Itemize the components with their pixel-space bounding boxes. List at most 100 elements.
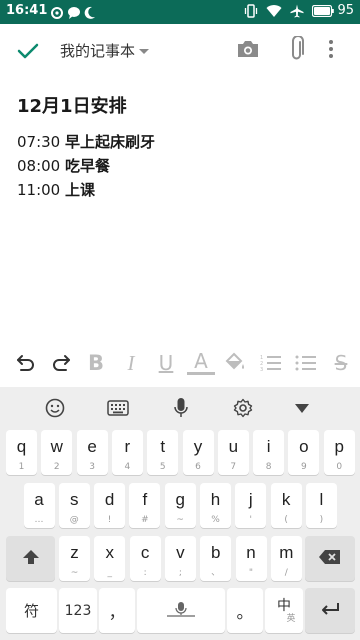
- sync-icon: [50, 5, 64, 24]
- key-q[interactable]: q1: [6, 430, 37, 475]
- key-secondary: 3: [89, 462, 95, 472]
- note-title[interactable]: 12月1日安排: [17, 92, 127, 118]
- paperclip-icon[interactable]: [287, 35, 307, 66]
- key-letter: h: [210, 490, 221, 509]
- shift-key[interactable]: [6, 536, 55, 581]
- key-v[interactable]: v;: [164, 536, 196, 581]
- language-key[interactable]: 中 英: [265, 588, 303, 633]
- notebook-selector[interactable]: 我的记事本: [60, 40, 150, 61]
- key-m[interactable]: m /: [270, 536, 302, 581]
- space-key[interactable]: [137, 588, 225, 633]
- key-secondary: …: [34, 515, 44, 525]
- soft-keyboard: q 1 w 2 e 3 r 4 t 5 y 6 u 7 i 8 o 9 p 0 a… s @ d! f # g ~ h% j ' k(l) z ~…: [0, 387, 360, 640]
- strikethrough-icon[interactable]: S: [327, 349, 355, 377]
- key-c[interactable]: c:: [129, 536, 161, 581]
- key-b[interactable]: b、: [200, 536, 232, 581]
- key-z[interactable]: z ~: [59, 536, 90, 581]
- key-secondary: ): [319, 515, 324, 525]
- key-letter: z: [70, 543, 79, 562]
- emoji-icon[interactable]: [43, 397, 67, 419]
- svg-text:3: 3: [260, 367, 263, 373]
- key-letter: a: [34, 490, 44, 509]
- key-letter: e: [87, 437, 97, 456]
- bullet-list-icon[interactable]: [292, 349, 320, 377]
- key-l[interactable]: l): [305, 483, 337, 528]
- key-letter: v: [176, 543, 185, 562]
- key-p[interactable]: p0: [323, 430, 355, 475]
- note-line-3[interactable]: 11:00 上课: [17, 179, 95, 200]
- key-secondary: 1: [18, 462, 25, 472]
- key-e[interactable]: e3: [76, 430, 108, 475]
- number-key[interactable]: 123: [59, 588, 97, 633]
- key-letter: u: [228, 437, 239, 456]
- language-sub: 英: [286, 613, 296, 624]
- text-color-icon[interactable]: A: [187, 349, 215, 375]
- key-a[interactable]: a…: [23, 483, 55, 528]
- key-letter: b: [210, 543, 221, 562]
- microphone-icon: [161, 601, 201, 621]
- key-d[interactable]: d!: [94, 483, 126, 528]
- italic-icon[interactable]: I: [117, 349, 145, 377]
- key-h[interactable]: h%: [200, 483, 231, 528]
- more-vert-icon[interactable]: [328, 38, 334, 64]
- key-g[interactable]: g ~: [164, 483, 196, 528]
- settings-icon[interactable]: [231, 397, 255, 419]
- key-o[interactable]: o9: [288, 430, 320, 475]
- comma-key[interactable]: ，: [99, 588, 135, 633]
- key-secondary: /: [284, 568, 288, 578]
- key-letter: y: [193, 437, 203, 456]
- underline-icon[interactable]: U: [152, 349, 180, 377]
- key-letter: j: [248, 490, 253, 509]
- battery-level: 95: [337, 3, 354, 18]
- key-secondary: 6: [195, 462, 201, 472]
- key-w[interactable]: w2: [41, 430, 73, 475]
- key-secondary: !: [107, 515, 112, 525]
- key-k[interactable]: k(: [270, 483, 302, 528]
- key-letter: c: [140, 543, 150, 562]
- key-y[interactable]: y6: [182, 430, 214, 475]
- key-secondary: 9: [301, 462, 307, 472]
- backspace-key[interactable]: [305, 536, 355, 581]
- key-secondary: ~: [70, 568, 79, 578]
- key-letter: f: [142, 490, 148, 509]
- key-j[interactable]: j ': [235, 483, 267, 528]
- key-secondary: 、: [211, 568, 221, 578]
- key-r[interactable]: r4: [111, 430, 143, 475]
- key-n[interactable]: n ": [235, 536, 267, 581]
- key-secondary: (: [284, 515, 288, 525]
- bold-icon[interactable]: B: [82, 349, 110, 377]
- key-secondary: ": [248, 568, 254, 578]
- keyboard-top-bar: [0, 387, 360, 429]
- key-letter: n: [246, 543, 256, 562]
- numbered-list-icon[interactable]: 123: [257, 349, 285, 377]
- moon-icon: [84, 5, 96, 24]
- key-secondary: %: [211, 515, 220, 525]
- keyboard-icon[interactable]: [106, 397, 130, 419]
- key-f[interactable]: f #: [129, 483, 161, 528]
- note-time: 07:30: [17, 133, 61, 151]
- key-x[interactable]: x _: [94, 536, 126, 581]
- fill-color-icon[interactable]: [222, 349, 250, 377]
- enter-key[interactable]: [305, 588, 355, 633]
- key-secondary: #: [141, 515, 149, 525]
- key-t[interactable]: t5: [147, 430, 179, 475]
- key-secondary: _: [107, 568, 113, 578]
- key-u[interactable]: u7: [217, 430, 249, 475]
- check-icon[interactable]: [14, 37, 42, 65]
- microphone-icon[interactable]: [169, 397, 193, 419]
- undo-icon[interactable]: [12, 349, 40, 377]
- symbol-key[interactable]: 符: [6, 588, 57, 633]
- redo-icon[interactable]: [47, 349, 75, 377]
- camera-icon[interactable]: [236, 38, 260, 64]
- key-i[interactable]: i8: [253, 430, 285, 475]
- note-line-1[interactable]: 07:30 早上起床刷牙: [17, 131, 155, 152]
- key-s[interactable]: s @: [58, 483, 90, 528]
- note-time: 11:00: [17, 181, 61, 199]
- shift-icon: [22, 549, 40, 569]
- period-key[interactable]: 。: [227, 588, 263, 633]
- key-letter: p: [334, 437, 344, 456]
- key-secondary: ': [249, 515, 253, 525]
- collapse-icon[interactable]: [290, 397, 314, 419]
- key-letter: l: [319, 490, 324, 509]
- note-line-2[interactable]: 08:00 吃早餐: [17, 155, 110, 176]
